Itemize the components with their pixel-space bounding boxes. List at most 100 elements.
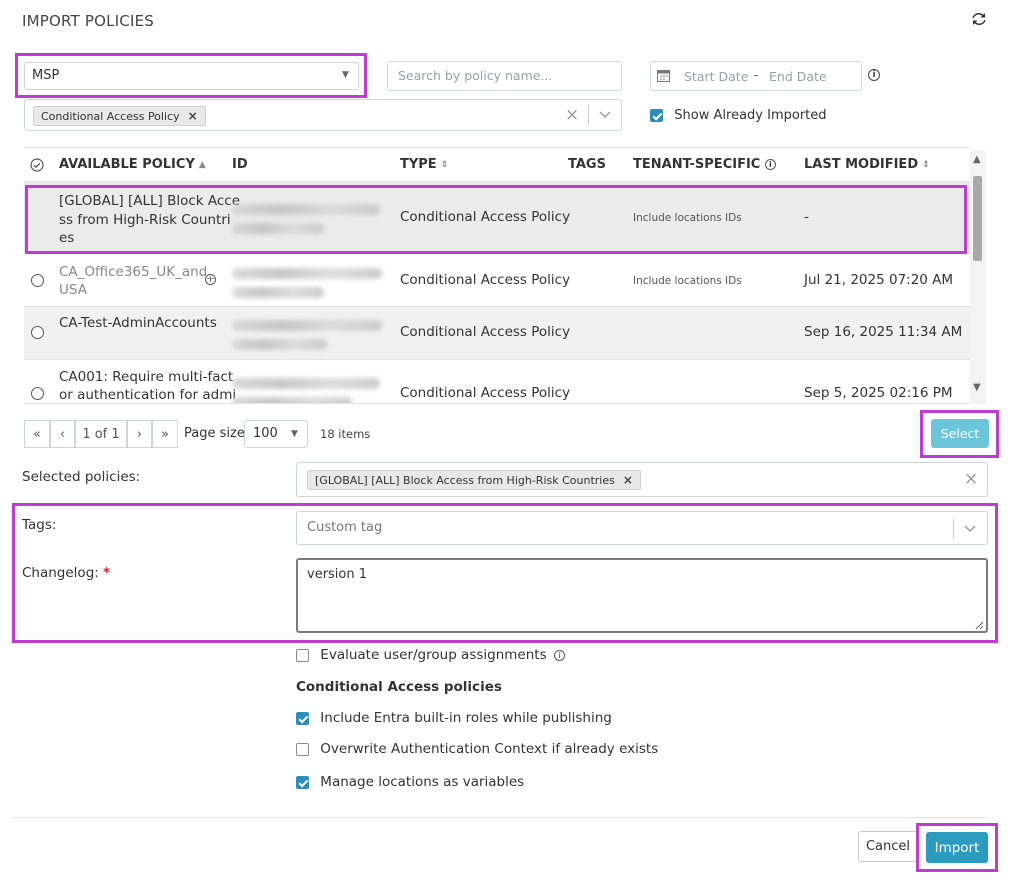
policy-id-blurred bbox=[232, 339, 327, 350]
policy-id-blurred bbox=[232, 320, 382, 331]
column-header-type[interactable]: TYPE ⇕ bbox=[400, 157, 448, 172]
selected-policy-chip-label: [GLOBAL] [ALL] Block Access from High-Ri… bbox=[315, 473, 615, 487]
required-mark: * bbox=[103, 565, 111, 581]
tenant-select[interactable]: MSP ▼ bbox=[24, 62, 359, 90]
page-size-select[interactable]: 100 ▼ bbox=[244, 420, 308, 448]
row-radio[interactable] bbox=[31, 274, 44, 287]
date-separator: - bbox=[754, 68, 759, 82]
table-scrollbar[interactable]: ▲ ▼ bbox=[970, 150, 986, 404]
scroll-down-icon[interactable]: ▼ bbox=[973, 382, 981, 393]
column-header-last-modified[interactable]: LAST MODIFIED ⇕ bbox=[804, 157, 930, 172]
chevron-down-icon[interactable] bbox=[964, 522, 976, 538]
checkbox-checked-icon[interactable] bbox=[650, 108, 663, 122]
changelog-label: Changelog: * bbox=[22, 565, 110, 581]
table-row[interactable]: CA001: Require multi-fact or authenticat… bbox=[24, 360, 970, 404]
next-page-button[interactable]: › bbox=[127, 420, 152, 448]
page-size-label: Page size bbox=[184, 426, 245, 441]
refresh-icon[interactable] bbox=[970, 10, 990, 32]
manage-locations-option[interactable]: Manage locations as variables bbox=[296, 774, 524, 790]
info-icon[interactable]: i bbox=[868, 69, 880, 81]
policy-id-blurred bbox=[232, 268, 382, 279]
table-row[interactable]: CA-Test-AdminAccounts Conditional Access… bbox=[24, 307, 970, 359]
column-header-available-policy[interactable]: AVAILABLE POLICY ▲ bbox=[59, 157, 206, 172]
caret-down-icon: ▼ bbox=[291, 429, 298, 439]
checkbox-unchecked-icon[interactable] bbox=[296, 742, 309, 756]
type-filter-chip: Conditional Access Policy × bbox=[33, 106, 206, 126]
policy-name: [GLOBAL] [ALL] Block Acce ss from High-R… bbox=[59, 193, 241, 246]
manage-locations-label: Manage locations as variables bbox=[320, 774, 525, 790]
clear-icon[interactable]: × bbox=[964, 469, 978, 489]
ca-section-title: Conditional Access policies bbox=[296, 679, 502, 695]
policy-name: CA001: Require multi-fact or authenticat… bbox=[59, 369, 237, 403]
sort-icon: ▲ bbox=[198, 160, 206, 170]
changelog-value: version 1 bbox=[307, 567, 368, 582]
policy-search-input[interactable]: Search by policy name... bbox=[387, 61, 622, 91]
select-all-icon[interactable] bbox=[30, 158, 44, 176]
checkbox-unchecked-icon[interactable] bbox=[296, 648, 309, 662]
clear-icon[interactable]: × bbox=[565, 105, 579, 125]
date-range-picker[interactable]: Start Date - End Date bbox=[650, 61, 862, 91]
row-radio[interactable] bbox=[31, 326, 44, 339]
last-page-button[interactable]: » bbox=[152, 420, 178, 448]
policy-id-blurred bbox=[232, 378, 380, 389]
tags-label: Tags: bbox=[22, 517, 57, 533]
policy-name: CA-Test-AdminAccounts bbox=[59, 315, 217, 331]
last-modified: Sep 5, 2025 02:16 PM bbox=[804, 385, 953, 401]
scroll-up-icon[interactable]: ▲ bbox=[973, 154, 981, 165]
column-available-policy-label: AVAILABLE POLICY bbox=[59, 157, 195, 172]
chevron-down-icon[interactable] bbox=[599, 108, 611, 124]
page-indicator: 1 of 1 bbox=[75, 420, 127, 448]
selected-policies-label: Selected policies: bbox=[22, 469, 141, 485]
policy-id-blurred bbox=[232, 287, 324, 298]
table-row[interactable]: [GLOBAL] [ALL] Block Acce ss from High-R… bbox=[24, 182, 970, 254]
first-page-button[interactable]: « bbox=[24, 420, 50, 448]
checkbox-checked-icon[interactable] bbox=[296, 775, 309, 789]
policy-type: Conditional Access Policy bbox=[400, 385, 571, 401]
info-icon[interactable]: i bbox=[764, 159, 776, 170]
selected-policies-field[interactable]: [GLOBAL] [ALL] Block Access from High-Ri… bbox=[296, 462, 988, 497]
tags-select[interactable]: Custom tag bbox=[296, 511, 988, 545]
scrollbar-thumb[interactable] bbox=[973, 176, 982, 261]
remove-chip-icon[interactable]: × bbox=[623, 473, 633, 487]
changelog-textarea[interactable]: version 1 bbox=[296, 558, 988, 633]
prev-page-button[interactable]: ‹ bbox=[50, 420, 75, 448]
row-radio[interactable] bbox=[31, 387, 44, 400]
policy-id-blurred bbox=[232, 223, 324, 234]
selected-policy-chip: [GLOBAL] [ALL] Block Access from High-Ri… bbox=[307, 470, 641, 490]
last-modified: Jul 21, 2025 07:20 AM bbox=[804, 272, 954, 288]
column-last-modified-label: LAST MODIFIED bbox=[804, 157, 919, 172]
remove-chip-icon[interactable]: × bbox=[188, 109, 198, 123]
policy-id-blurred bbox=[232, 204, 380, 215]
resize-handle-icon[interactable] bbox=[974, 619, 984, 634]
sort-icon: ⇕ bbox=[440, 160, 449, 170]
caret-down-icon: ▼ bbox=[342, 70, 349, 80]
include-entra-roles-option[interactable]: Include Entra built-in roles while publi… bbox=[296, 710, 612, 726]
select-button[interactable]: Select bbox=[931, 419, 989, 448]
include-entra-roles-label: Include Entra built-in roles while publi… bbox=[320, 710, 612, 726]
last-modified: Sep 16, 2025 11:34 AM bbox=[804, 324, 963, 340]
column-type-label: TYPE bbox=[400, 157, 437, 172]
dialog-title: IMPORT POLICIES bbox=[22, 12, 155, 30]
table-row[interactable]: CA_Office365_UK_and_ USA i Conditional A… bbox=[24, 255, 970, 307]
start-date-placeholder[interactable]: Start Date bbox=[684, 69, 748, 84]
items-count: 18 items bbox=[320, 427, 371, 441]
evaluate-assignments-option[interactable]: Evaluate user/group assignments i bbox=[296, 647, 565, 663]
show-already-imported-toggle[interactable]: Show Already Imported bbox=[650, 107, 827, 123]
info-icon[interactable]: i bbox=[205, 274, 216, 285]
checkbox-checked-icon[interactable] bbox=[296, 711, 309, 725]
tenant-select-value: MSP bbox=[32, 68, 60, 83]
overwrite-auth-context-label: Overwrite Authentication Context if alre… bbox=[320, 741, 659, 757]
calendar-icon bbox=[657, 69, 670, 86]
overwrite-auth-context-option[interactable]: Overwrite Authentication Context if alre… bbox=[296, 741, 658, 757]
last-modified: - bbox=[804, 209, 809, 225]
evaluate-assignments-label: Evaluate user/group assignments bbox=[320, 647, 547, 663]
info-icon[interactable]: i bbox=[553, 650, 565, 661]
end-date-placeholder[interactable]: End Date bbox=[769, 69, 827, 84]
import-button[interactable]: Import bbox=[926, 832, 988, 863]
policy-search-placeholder: Search by policy name... bbox=[398, 68, 553, 83]
type-filter-multiselect[interactable]: Conditional Access Policy × × bbox=[24, 99, 622, 131]
cancel-button[interactable]: Cancel bbox=[858, 831, 918, 862]
tenant-specific-value: Include locations IDs bbox=[633, 275, 742, 287]
policy-type: Conditional Access Policy bbox=[400, 272, 571, 288]
sort-icon: ⇕ bbox=[922, 160, 930, 170]
